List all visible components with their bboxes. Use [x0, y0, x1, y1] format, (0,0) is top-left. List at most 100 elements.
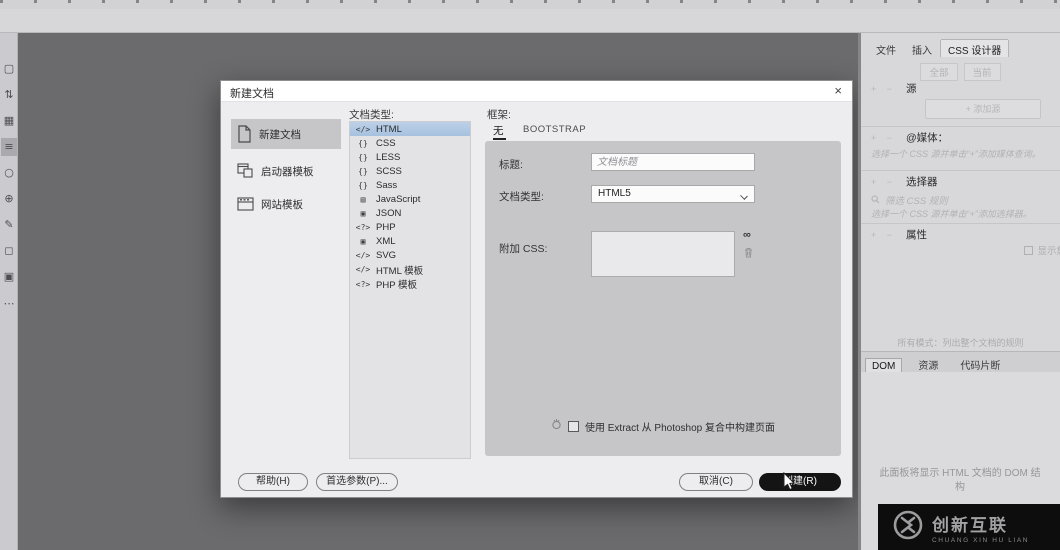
tab-insert[interactable]: 插入 [905, 40, 939, 57]
nav-site-templates[interactable]: 网站模板 [231, 191, 341, 217]
doctype-field-label: 文档类型: [499, 191, 544, 203]
image-icon[interactable]: ▦ [1, 112, 17, 130]
nav-label: 新建文档 [259, 128, 301, 141]
doc-type-sass[interactable]: {} Sass [350, 178, 470, 192]
title-input[interactable] [591, 153, 755, 171]
doc-type-css[interactable]: {} CSS [350, 136, 470, 150]
preferences-button[interactable]: 首选参数(P)... [316, 473, 398, 491]
extract-icon [551, 417, 562, 435]
title-field-label: 标题: [499, 159, 523, 171]
watermark-name: 创新互联 [932, 515, 1008, 535]
attach-css-list[interactable] [591, 231, 735, 277]
selectors-section-header: + − 选择器 [871, 174, 938, 189]
circle-icon[interactable]: ○ [1, 164, 17, 182]
new-document-dialog: 新建文档 × 新建文档 启动器模板 网站模板 文档类型: </> HTML {} C… [220, 80, 853, 498]
tab-framework-none[interactable]: 无 [493, 123, 504, 138]
doc-type-php[interactable]: <?> PHP [350, 221, 470, 235]
trash-icon[interactable] [744, 245, 753, 263]
scope-current-button[interactable]: 当前 [963, 63, 1001, 81]
add-source-button[interactable]: + 添加源 [925, 99, 1041, 119]
right-sidebar: 文件 插入 CSS 设计器 全部 当前 + − 源 + 添加源 + − @媒体：… [858, 33, 1060, 550]
add-remove-controls[interactable]: + − [871, 177, 896, 187]
doc-type-list-label: 文档类型: [349, 109, 394, 121]
divider [861, 223, 1060, 224]
create-button[interactable]: 创建(R) [759, 473, 841, 491]
filter-placeholder: 筛选 CSS 规则 [885, 196, 948, 207]
tab-files[interactable]: 文件 [869, 40, 903, 57]
new-file-icon[interactable]: ▢ [1, 60, 17, 78]
media-section-header: + − @媒体： [871, 130, 948, 145]
attach-stylesheet-icon[interactable]: ∞ [743, 229, 751, 241]
doc-type-html[interactable]: </> HTML [350, 122, 470, 137]
selectors-title: 选择器 [906, 176, 938, 188]
dialog-titlebar[interactable]: 新建文档 × [221, 81, 852, 102]
doc-type-scss[interactable]: {} SCSS [350, 164, 470, 178]
watermark: 创新互联 CHUANG XIN HU LIAN [878, 504, 1060, 550]
sort-icon[interactable]: ⇅ [1, 86, 17, 104]
mouse-cursor [783, 471, 796, 496]
doctype-select[interactable]: HTML5 [591, 185, 755, 203]
selectors-hint: 选择一个 CSS 源并单击“+”添加选择器。 [871, 209, 1032, 219]
braces-icon: {} [358, 138, 368, 148]
tab-framework-bootstrap[interactable]: BOOTSTRAP [523, 124, 586, 135]
code-icon: </> [355, 124, 371, 134]
media-hint: 选择一个 CSS 源并单击“+”添加媒体查询。 [871, 149, 1041, 159]
show-set-label: 显示集 [1037, 246, 1060, 257]
cancel-button[interactable]: 取消(C) [679, 473, 753, 491]
scope-all-button[interactable]: 全部 [920, 63, 958, 81]
mode-hint: 所有模式：列出整个文档的规则 [897, 338, 1024, 348]
comment-icon[interactable]: ◻ [1, 242, 17, 260]
site-template-icon [237, 197, 254, 211]
extract-checkbox[interactable] [567, 420, 579, 432]
menu-bar[interactable] [0, 0, 1060, 9]
code-icon: </> [355, 251, 371, 261]
framework-label: 框架: [487, 109, 511, 121]
add-remove-controls[interactable]: + − [871, 133, 896, 143]
script-icon: ▤ [360, 195, 366, 205]
properties-section-header: + − 属性 [871, 227, 927, 242]
add-remove-controls[interactable]: + − [871, 84, 896, 94]
doc-type-less[interactable]: {} LESS [350, 150, 470, 164]
doc-type-javascript[interactable]: ▤ JavaScript [350, 192, 470, 206]
doc-type-html-template[interactable]: </> HTML 模板 [350, 263, 470, 277]
dom-hint: 此面板将显示 HTML 文档的 DOM 结构 [879, 468, 1041, 493]
doc-type-json[interactable]: ▣ JSON [350, 207, 470, 221]
watermark-logo-icon [892, 509, 924, 546]
css-field-label: 附加 CSS: [499, 243, 548, 255]
frame-icon[interactable]: ▣ [1, 268, 17, 286]
scope-toggle: 全部 当前 [861, 63, 1060, 81]
nav-new-document[interactable]: 新建文档 [231, 119, 341, 149]
json-icon: ▣ [360, 209, 366, 219]
add-remove-controls[interactable]: + − [871, 230, 896, 240]
show-set-toggle[interactable]: 显示集 [1024, 243, 1060, 257]
xml-icon: ▣ [360, 237, 366, 247]
left-tool-strip: ▢ ⇅ ▦ ≡ ○ ⊕ ✎ ◻ ▣ ⋯ [0, 33, 18, 550]
doctype-select-value: HTML5 [598, 188, 631, 199]
doc-type-svg[interactable]: </> SVG [350, 249, 470, 263]
doc-type-xml[interactable]: ▣ XML [350, 235, 470, 249]
media-title: @媒体： [906, 132, 949, 144]
more-icon[interactable]: ⋯ [1, 295, 17, 313]
nav-label: 启动器模板 [261, 165, 314, 178]
divider [861, 126, 1060, 127]
extract-label: 使用 Extract 从 Photoshop 复合中构建页面 [584, 422, 776, 434]
lines-icon[interactable]: ≡ [1, 138, 17, 156]
nav-starter-templates[interactable]: 启动器模板 [231, 156, 341, 186]
pen-icon[interactable]: ✎ [1, 216, 17, 234]
php-icon: <?> [355, 223, 371, 233]
chevron-down-icon [740, 192, 748, 200]
help-button[interactable]: 帮助(H) [238, 473, 308, 491]
close-icon[interactable]: × [834, 83, 842, 98]
tab-css-designer[interactable]: CSS 设计器 [941, 40, 1009, 57]
doc-type-php-template[interactable]: <?> PHP 模板 [350, 277, 470, 292]
show-set-checkbox[interactable] [1024, 245, 1034, 255]
target-icon[interactable]: ⊕ [1, 190, 17, 208]
doc-type-list[interactable]: </> HTML {} CSS {} LESS {} SCSS {} Sass ▤ Java… [349, 121, 471, 459]
framework-panel: 标题: 文档类型: HTML5 附加 CSS: ∞ 使用 Extract 从 P… [485, 141, 841, 456]
php-icon: <?> [355, 279, 371, 289]
properties-title: 属性 [906, 229, 928, 241]
nav-label: 网站模板 [261, 198, 303, 211]
sources-section-header: + − 源 [871, 81, 917, 96]
sources-title: 源 [906, 83, 917, 95]
braces-icon: {} [358, 166, 368, 176]
